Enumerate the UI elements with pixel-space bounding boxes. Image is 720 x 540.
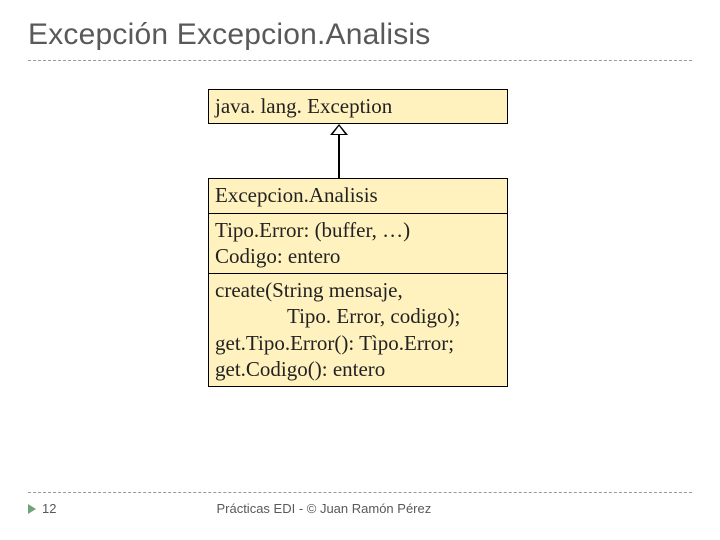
uml-operation-line: get.Tipo.Error(): Tìpo.Error;: [215, 330, 501, 356]
slide: Excepción Excepcion.Analisis java. lang.…: [0, 0, 720, 540]
slide-title: Excepción Excepcion.Analisis: [28, 18, 692, 52]
uml-child-class: Excepcion.Analisis Tipo.Error: (buffer, …: [208, 178, 508, 387]
footer-text: Prácticas EDI - © Juan Ramón Pérez: [216, 501, 431, 516]
uml-attributes: Tipo.Error: (buffer, …) Codigo: entero: [209, 213, 507, 274]
arrow-line: [338, 134, 340, 178]
uml-attribute: Codigo: entero: [215, 243, 501, 269]
slide-footer: 12 Prácticas EDI - © Juan Ramón Pérez: [28, 492, 692, 516]
uml-parent-name: java. lang. Exception: [209, 90, 507, 123]
page-number: 12: [28, 501, 56, 516]
uml-operations: create(String mensaje, Tipo. Error, codi…: [209, 273, 507, 386]
uml-operation-line: get.Codigo(): entero: [215, 356, 501, 382]
uml-operation-line: create(String mensaje,: [215, 277, 501, 303]
page-number-value: 12: [42, 501, 56, 516]
play-icon: [28, 504, 36, 514]
uml-parent-class: java. lang. Exception: [208, 89, 508, 124]
title-divider: [28, 60, 692, 61]
inheritance-arrow: [330, 124, 348, 178]
uml-operation-line: Tipo. Error, codigo);: [215, 303, 501, 329]
uml-attribute: Tipo.Error: (buffer, …): [215, 217, 501, 243]
uml-child-name: Excepcion.Analisis: [209, 179, 507, 212]
uml-diagram: java. lang. Exception Excepcion.Analisis…: [208, 89, 508, 387]
